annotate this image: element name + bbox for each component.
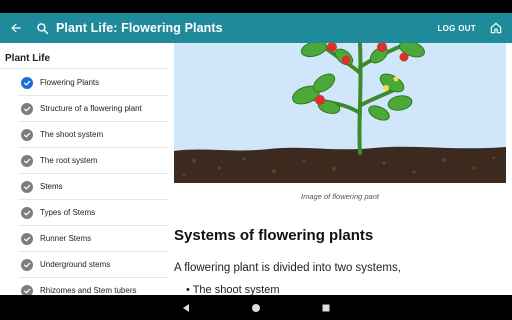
page-title: Plant Life: Flowering Plants — [56, 21, 223, 35]
check-circle-icon — [21, 154, 33, 167]
nav-recents-icon[interactable] — [291, 295, 361, 320]
check-circle-icon — [21, 180, 33, 193]
sidebar-list: Flowering Plants Structure of a flowering… — [18, 70, 168, 295]
sidebar-item[interactable]: The shoot system — [18, 122, 168, 148]
paragraph: A flowering plant is divided into two sy… — [174, 262, 401, 274]
sidebar-item[interactable]: Runner Stems — [18, 226, 168, 252]
sidebar-item-label: Runner Stems — [40, 234, 92, 243]
sidebar-item[interactable]: Flowering Plants — [18, 70, 168, 96]
check-circle-icon — [21, 76, 33, 89]
sidebar-header: Plant Life — [5, 53, 51, 64]
sidebar-item-label: Rhizomes and Stem tubers — [40, 286, 137, 295]
check-circle-icon — [21, 258, 33, 271]
sidebar-item-label: The shoot system — [40, 130, 104, 139]
sidebar-item[interactable]: Rhizomes and Stem tubers — [18, 278, 168, 295]
sidebar-item-label: Structure of a flowering plant — [40, 104, 142, 113]
search-icon[interactable] — [32, 13, 52, 43]
sidebar-item-label: Types of Stems — [40, 208, 96, 217]
check-circle-icon — [21, 206, 33, 219]
main-content: Image of flowering pant Systems of flowe… — [168, 43, 512, 295]
app-bar: Plant Life: Flowering Plants LOG OUT — [0, 13, 512, 43]
nav-back-icon[interactable] — [151, 295, 221, 320]
sidebar-item-label: Underground stems — [40, 260, 111, 269]
check-circle-icon — [21, 284, 33, 295]
system-nav-bar — [0, 295, 512, 320]
sidebar-item[interactable]: The root system — [18, 148, 168, 174]
sidebar-item-label: Flowering Plants — [40, 78, 100, 87]
check-circle-icon — [21, 102, 33, 115]
sidebar-item[interactable]: Structure of a flowering plant — [18, 96, 168, 122]
sidebar-item-label: The root system — [40, 156, 98, 165]
soil — [174, 146, 506, 183]
divider — [0, 68, 168, 69]
back-arrow-icon[interactable] — [0, 13, 32, 43]
bullet-item: • The shoot system — [186, 284, 280, 295]
image-caption: Image of flowering pant — [301, 192, 379, 201]
status-bar — [0, 0, 512, 13]
sidebar-item[interactable]: Types of Stems — [18, 200, 168, 226]
section-heading: Systems of flowering plants — [174, 227, 374, 244]
logout-button[interactable]: LOG OUT — [437, 24, 476, 33]
content-area: Plant Life Flowering Plants Structure of … — [0, 43, 512, 295]
sidebar-item[interactable]: Stems — [18, 174, 168, 200]
home-icon[interactable] — [488, 20, 504, 36]
sidebar-item-label: Stems — [40, 182, 63, 191]
check-circle-icon — [21, 128, 33, 141]
flowering-plant-image — [174, 43, 506, 183]
sidebar-item[interactable]: Underground stems — [18, 252, 168, 278]
check-circle-icon — [21, 232, 33, 245]
sidebar: Plant Life Flowering Plants Structure of … — [0, 43, 168, 295]
nav-home-icon[interactable] — [221, 295, 291, 320]
